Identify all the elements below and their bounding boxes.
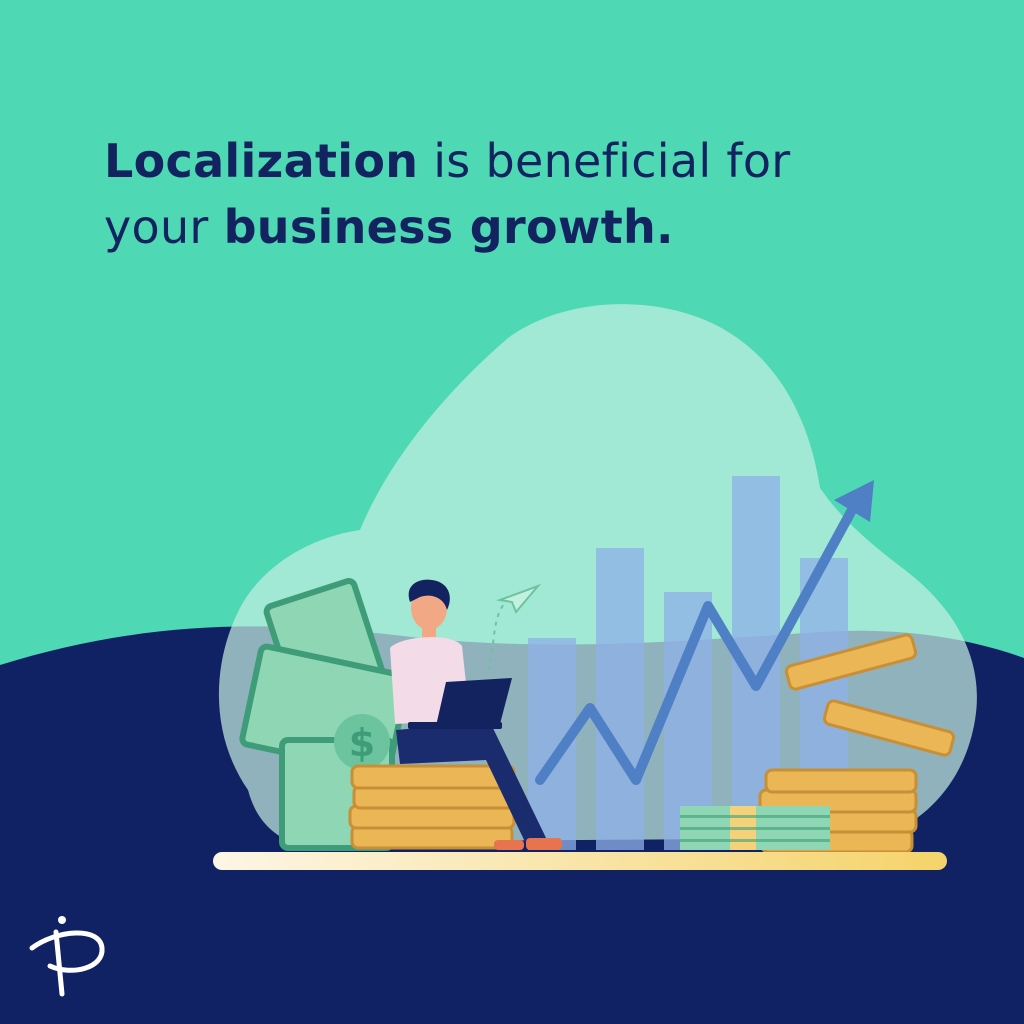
cash-stripe xyxy=(680,827,830,830)
cash-stripe xyxy=(680,839,830,842)
coin xyxy=(350,764,516,790)
coin xyxy=(764,768,918,794)
cash-stripe xyxy=(680,815,830,818)
cash-bundle xyxy=(680,806,830,850)
coin-stack-left xyxy=(348,764,516,850)
headline-rest-1: is beneficial for xyxy=(418,134,791,188)
ground-line xyxy=(213,852,947,870)
headline: Localization is beneficial for your busin… xyxy=(104,128,924,260)
bar xyxy=(596,548,644,850)
headline-start-2: your xyxy=(104,200,224,254)
laptop-icon xyxy=(436,678,512,726)
laptop-base xyxy=(408,722,502,729)
shoe xyxy=(526,838,562,850)
headline-bold-1: Localization xyxy=(104,134,419,188)
dollar-sign-icon: $ xyxy=(349,721,375,765)
brand-logo-icon xyxy=(29,916,105,997)
headline-bold-2: business growth. xyxy=(223,200,674,254)
shoe xyxy=(494,840,524,850)
